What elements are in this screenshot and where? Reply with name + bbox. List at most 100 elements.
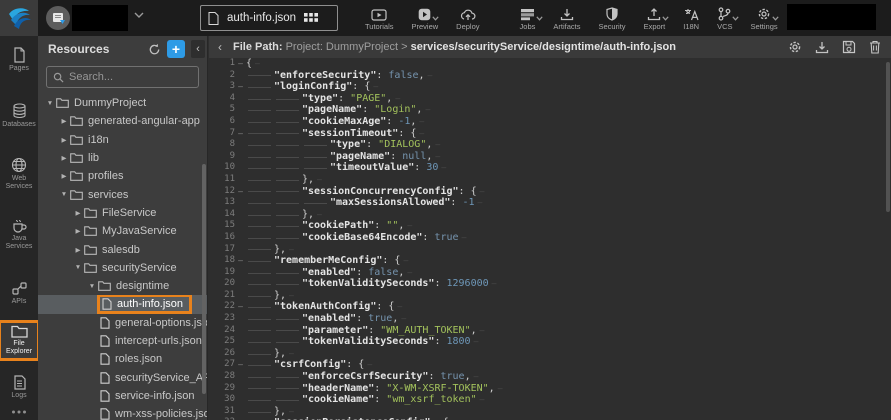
topbar-button-settings[interactable]: Settings [742,0,787,36]
code-line[interactable]: 4"type": "PAGE", [209,93,891,105]
code-line[interactable]: 20"tokenValiditySeconds": 1296000 [209,278,891,290]
grid-icon[interactable] [304,13,318,23]
code-line[interactable]: 7–"sessionTimeout": { [209,128,891,140]
code-line[interactable]: 10"timeoutValue": 30 [209,162,891,174]
tree-item-intercept-urls-json[interactable]: intercept-urls.json [38,332,207,350]
code-line[interactable]: 23"enabled": true, [209,313,891,325]
code-line[interactable]: 15"cookiePath": "", [209,220,891,232]
tree-item-fileservice[interactable]: ▶FileService [38,204,207,222]
tree-expand-icon[interactable]: ▼ [72,264,84,271]
topbar-button-preview[interactable]: Preview [402,0,447,36]
tree-item-service-info-json[interactable]: service-info.json [38,387,207,405]
code-line[interactable]: 25"tokenValiditySeconds": 1800 [209,336,891,348]
fold-marker-icon[interactable]: – [235,186,246,198]
tree-item-generated-angular-app[interactable]: ▶generated-angular-app [38,112,207,130]
sidebar-item-apis[interactable]: APIs [0,278,38,309]
code-line[interactable]: 5"pageName": "Login", [209,104,891,116]
tree-expand-icon[interactable]: ▼ [44,100,56,107]
tree-item-i18n[interactable]: ▶i18n [38,131,207,149]
json-code-view[interactable]: 1–{2"enforceSecurity": false,3–"loginCon… [209,58,891,420]
download-icon[interactable] [815,41,829,54]
tree-expand-icon[interactable]: ▼ [86,283,98,290]
code-line[interactable]: 17}, [209,244,891,256]
tree-expand-icon[interactable]: ▼ [58,191,70,198]
search-input[interactable] [69,71,179,83]
sidebar-more-button[interactable] [0,406,38,417]
topbar-button-tutorials[interactable]: Tutorials [356,0,402,36]
tree-item-roles-json[interactable]: roles.json [38,350,207,368]
code-line[interactable]: 12–"sessionConcurrencyConfig": { [209,186,891,198]
code-line[interactable]: 26}, [209,348,891,360]
resource-search[interactable] [46,66,199,88]
sidebar-item-pages[interactable]: Pages [0,44,38,76]
code-line[interactable]: 2"enforceSecurity": false, [209,70,891,82]
tree-item-general-options-json[interactable]: general-options.json [38,314,207,332]
topbar-button-jobs[interactable]: Jobs [511,0,545,36]
active-file-tab[interactable]: auth-info.json [200,5,338,31]
add-resource-button[interactable]: + [167,40,185,58]
code-line[interactable]: 11}, [209,174,891,186]
tree-scrollbar[interactable] [202,164,206,394]
tree-item-securityservice-api-json[interactable]: securityService_API.json [38,368,207,386]
tree-collapse-icon[interactable]: ▶ [72,227,84,235]
trash-icon[interactable] [869,40,881,54]
code-line[interactable]: 8"type": "DIALOG", [209,139,891,151]
chevron-down-icon[interactable] [134,12,144,18]
tree-item-wm-xss-policies-json[interactable]: wm-xss-policies.json [38,405,207,420]
code-line[interactable]: 13"maxSessionsAllowed": -1 [209,197,891,209]
sidebar-item-java-services[interactable]: Java Services [0,216,38,254]
code-line[interactable]: 21}, [209,290,891,302]
code-line[interactable]: 27–"csrfConfig": { [209,359,891,371]
topbar-button-i18n[interactable]: I18N [674,0,708,36]
project-switcher-button[interactable] [46,6,70,30]
tree-collapse-icon[interactable]: ▶ [58,136,70,144]
chevron-left-icon[interactable]: ‹ [213,40,227,54]
code-line[interactable]: 3–"loginConfig": { [209,81,891,93]
tree-item-designtime[interactable]: ▼designtime [38,277,207,295]
tree-item-lib[interactable]: ▶lib [38,149,207,167]
fold-marker-icon[interactable]: – [235,255,246,267]
tree-item-salesdb[interactable]: ▶salesdb [38,240,207,258]
collapse-panel-button[interactable]: ‹ [191,40,205,58]
topbar-button-deploy[interactable]: Deploy [447,0,488,36]
code-line[interactable]: 9"pageName": null, [209,151,891,163]
code-line[interactable]: 29"headerName": "X-WM-XSRF-TOKEN", [209,383,891,395]
tree-item-services[interactable]: ▼services [38,185,207,203]
sidebar-item-databases[interactable]: Databases [0,100,38,132]
tree-item-auth-info-json[interactable]: auth-info.json [38,295,207,313]
tree-item-dummyproject[interactable]: ▼DummyProject [38,94,207,112]
refresh-icon[interactable] [148,43,161,56]
sidebar-item-logs[interactable]: Logs [0,372,38,403]
code-line[interactable]: 1–{ [209,58,891,70]
code-line[interactable]: 14}, [209,209,891,221]
code-line[interactable]: 22–"tokenAuthConfig": { [209,301,891,313]
fold-marker-icon[interactable]: – [235,128,246,140]
tree-collapse-icon[interactable]: ▶ [58,154,70,162]
sidebar-item-web-services[interactable]: Web Services [0,154,38,194]
app-logo[interactable] [0,0,38,36]
tree-collapse-icon[interactable]: ▶ [58,172,70,180]
code-line[interactable]: 31}, [209,406,891,418]
topbar-button-artifacts[interactable]: Artifacts [544,0,589,36]
topbar-button-vcs[interactable]: VCS [708,0,741,36]
code-line[interactable]: 18–"rememberMeConfig": { [209,255,891,267]
tree-item-securityservice[interactable]: ▼securityService [38,259,207,277]
code-line[interactable]: 16"cookieBase64Encode": true [209,232,891,244]
save-icon[interactable] [842,40,856,54]
gear-icon[interactable] [788,40,802,54]
tree-collapse-icon[interactable]: ▶ [72,246,84,254]
topbar-button-security[interactable]: Security [589,0,634,36]
code-line[interactable]: 6"cookieMaxAge": -1, [209,116,891,128]
fold-marker-icon[interactable]: – [235,301,246,313]
tree-item-myjavaservice[interactable]: ▶MyJavaService [38,222,207,240]
tree-collapse-icon[interactable]: ▶ [58,117,70,125]
sidebar-item-file-explorer[interactable]: File Explorer [0,322,38,359]
topbar-button-export[interactable]: Export [635,0,675,36]
fold-marker-icon[interactable]: – [235,81,246,93]
code-line[interactable]: 30"cookieName": "wm_xsrf_token" [209,394,891,406]
code-line[interactable]: 24"parameter": "WM_AUTH_TOKEN", [209,325,891,337]
fold-marker-icon[interactable]: – [235,58,246,70]
fold-marker-icon[interactable]: – [235,359,246,371]
tree-collapse-icon[interactable]: ▶ [72,209,84,217]
code-line[interactable]: 19"enabled": false, [209,267,891,279]
